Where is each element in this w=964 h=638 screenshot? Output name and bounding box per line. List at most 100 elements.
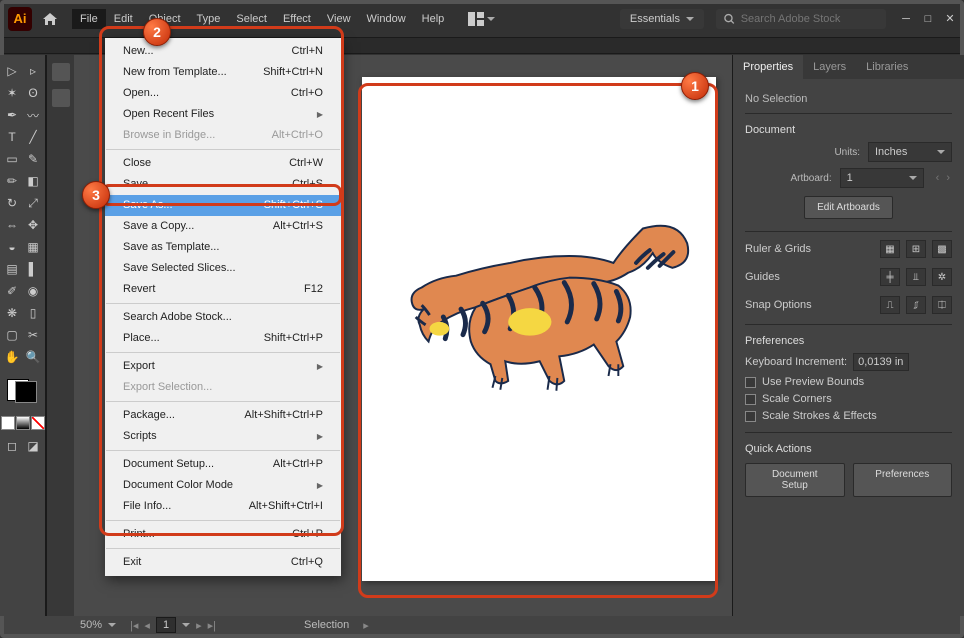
artboard[interactable] — [362, 77, 716, 581]
workspace-switcher[interactable]: Essentials — [620, 9, 704, 29]
chevron-down-icon[interactable] — [182, 623, 190, 627]
minimize-button[interactable]: ─ — [900, 13, 912, 25]
file-menu-item[interactable]: Place...Shift+Ctrl+P — [105, 328, 341, 349]
shape-builder-tool[interactable]: ◒ — [2, 237, 22, 257]
prev-page-icon[interactable]: ◂ — [144, 619, 150, 632]
magic-wand-tool[interactable]: ✶ — [2, 83, 22, 103]
line-tool[interactable]: ╱ — [23, 127, 43, 147]
status-menu-icon[interactable]: ▸ — [363, 619, 369, 632]
grid-icon[interactable]: ⊞ — [906, 240, 926, 258]
close-button[interactable]: ✕ — [944, 13, 956, 25]
snap-point-icon[interactable]: ⎍ — [880, 296, 900, 314]
gradient-mode[interactable] — [16, 416, 30, 430]
eraser-tool[interactable]: ◧ — [23, 171, 43, 191]
gradient-tool[interactable]: ▌ — [23, 259, 43, 279]
snap-pixel-icon[interactable]: ⎅ — [932, 296, 952, 314]
mesh-tool[interactable]: ▤ — [2, 259, 22, 279]
tiger-artwork[interactable] — [402, 217, 697, 417]
guides-lock-icon[interactable]: ⫫ — [906, 268, 926, 286]
tab-properties[interactable]: Properties — [733, 55, 803, 79]
file-menu-item[interactable]: Print...Ctrl+P — [105, 524, 341, 545]
scale-corners-checkbox[interactable] — [745, 394, 756, 405]
file-menu-item[interactable]: New...Ctrl+N — [105, 41, 341, 62]
scale-tool[interactable]: ⤢ — [23, 193, 43, 213]
free-transform-tool[interactable]: ✥ — [23, 215, 43, 235]
rectangle-tool[interactable]: ▭ — [2, 149, 22, 169]
arrange-docs-icon[interactable] — [462, 8, 501, 30]
file-menu-item[interactable]: File Info...Alt+Shift+Ctrl+I — [105, 496, 341, 517]
menu-help[interactable]: Help — [414, 9, 453, 29]
file-menu-item[interactable]: Save as Template... — [105, 237, 341, 258]
smart-guides-icon[interactable]: ✲ — [932, 268, 952, 286]
curvature-tool[interactable]: 〰 — [23, 105, 43, 125]
lasso-tool[interactable]: ʘ — [23, 83, 43, 103]
file-menu-item[interactable]: Save As...Shift+Ctrl+S — [105, 195, 341, 216]
type-tool[interactable]: T — [2, 127, 22, 147]
tab-layers[interactable]: Layers — [803, 55, 856, 79]
shaper-tool[interactable]: ✏ — [2, 171, 22, 191]
file-menu-item[interactable]: Browse in Bridge...Alt+Ctrl+O — [105, 125, 341, 146]
guides-show-icon[interactable]: ╪ — [880, 268, 900, 286]
color-mode[interactable] — [1, 416, 15, 430]
menu-view[interactable]: View — [319, 9, 359, 29]
snap-grid-icon[interactable]: ⎎ — [906, 296, 926, 314]
graph-tool[interactable]: ▯ — [23, 303, 43, 323]
units-select[interactable]: Inches — [868, 142, 952, 162]
file-menu-item[interactable]: Save a Copy...Alt+Ctrl+S — [105, 216, 341, 237]
symbol-sprayer-tool[interactable]: ❋ — [2, 303, 22, 323]
page-input[interactable]: 1 — [156, 617, 176, 633]
edit-artboards-button[interactable]: Edit Artboards — [804, 196, 893, 219]
width-tool[interactable]: ⇔ — [2, 215, 22, 235]
file-menu-item[interactable]: Package...Alt+Shift+Ctrl+P — [105, 405, 341, 426]
artboard-select[interactable]: 1 — [840, 168, 924, 188]
file-menu-item[interactable]: Export▶ — [105, 356, 341, 377]
transparency-grid-icon[interactable]: ▩ — [932, 240, 952, 258]
panel-icon-2[interactable] — [52, 89, 70, 107]
next-page-icon[interactable]: ▸ — [196, 619, 202, 632]
blend-tool[interactable]: ◉ — [23, 281, 43, 301]
file-menu-item[interactable]: CloseCtrl+W — [105, 153, 341, 174]
stock-search[interactable] — [716, 9, 886, 29]
panel-icon-1[interactable] — [52, 63, 70, 81]
use-preview-bounds-checkbox[interactable] — [745, 377, 756, 388]
hand-tool[interactable]: ✋ — [2, 347, 22, 367]
zoom-level[interactable]: 50% — [80, 619, 102, 631]
first-page-icon[interactable]: |◂ — [130, 619, 138, 632]
menu-window[interactable]: Window — [359, 9, 414, 29]
chevron-down-icon[interactable] — [108, 623, 116, 627]
menu-effect[interactable]: Effect — [275, 9, 319, 29]
file-menu-item[interactable]: SaveCtrl+S — [105, 174, 341, 195]
none-mode[interactable] — [31, 416, 45, 430]
fill-stroke-swatch[interactable] — [7, 373, 39, 408]
file-menu-item[interactable]: Open...Ctrl+O — [105, 83, 341, 104]
direct-selection-tool[interactable]: ▹ — [23, 61, 43, 81]
file-menu-item[interactable]: Scripts▶ — [105, 426, 341, 447]
file-menu-item[interactable]: Document Setup...Alt+Ctrl+P — [105, 454, 341, 475]
draw-normal[interactable]: ◻ — [2, 436, 22, 456]
zoom-tool[interactable]: 🔍 — [23, 347, 43, 367]
last-page-icon[interactable]: ▸| — [208, 619, 216, 632]
slice-tool[interactable]: ✂ — [23, 325, 43, 345]
menu-select[interactable]: Select — [228, 9, 275, 29]
file-menu-item[interactable]: ExitCtrl+Q — [105, 552, 341, 573]
document-setup-button[interactable]: Document Setup — [745, 463, 845, 497]
menu-file[interactable]: File — [72, 9, 106, 29]
artboard-tool[interactable]: ▢ — [2, 325, 22, 345]
selection-tool[interactable]: ▷ — [2, 61, 22, 81]
rotate-tool[interactable]: ↻ — [2, 193, 22, 213]
keyboard-increment-input[interactable]: 0,0139 in — [853, 353, 909, 371]
brush-tool[interactable]: ✎ — [23, 149, 43, 169]
file-menu-item[interactable]: RevertF12 — [105, 279, 341, 300]
file-menu-item[interactable]: Save Selected Slices... — [105, 258, 341, 279]
file-menu-item[interactable]: Open Recent Files▶ — [105, 104, 341, 125]
stock-search-input[interactable] — [741, 13, 878, 25]
home-icon[interactable] — [42, 12, 58, 26]
file-menu-item[interactable]: Search Adobe Stock... — [105, 307, 341, 328]
ruler-icon[interactable]: ▦ — [880, 240, 900, 258]
tab-libraries[interactable]: Libraries — [856, 55, 918, 79]
eyedropper-tool[interactable]: ✐ — [2, 281, 22, 301]
file-menu-item[interactable]: New from Template...Shift+Ctrl+N — [105, 62, 341, 83]
pen-tool[interactable]: ✒ — [2, 105, 22, 125]
scale-strokes-checkbox[interactable] — [745, 411, 756, 422]
artboard-nav[interactable]: ‹ › — [936, 172, 952, 184]
